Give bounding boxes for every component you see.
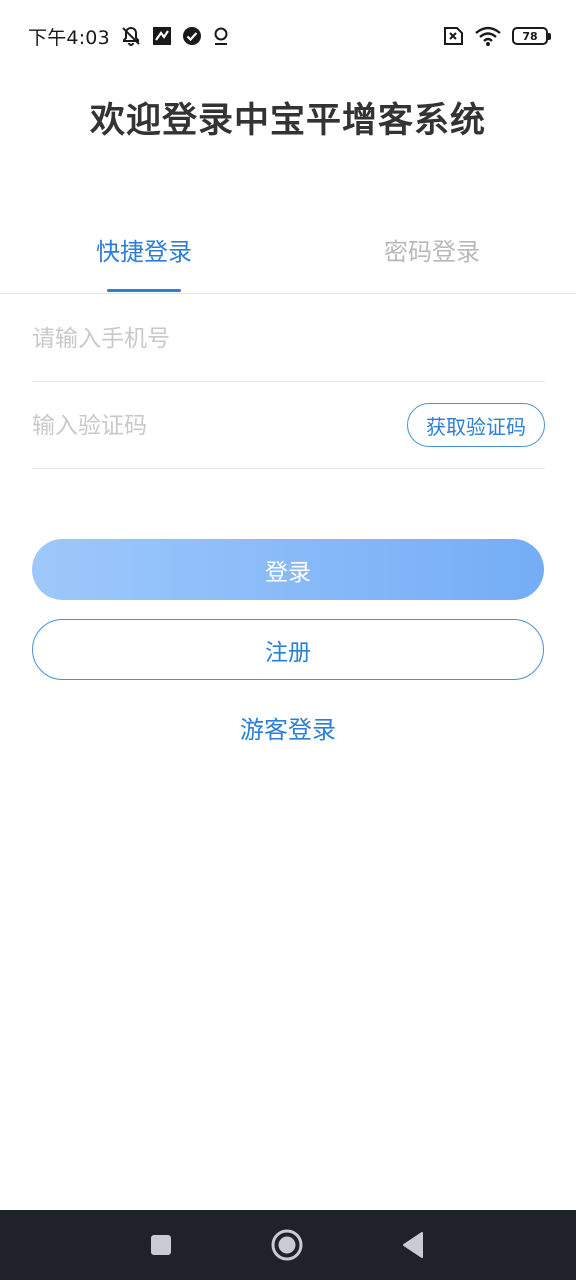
notification-icon [152, 26, 172, 46]
phone-input[interactable] [32, 325, 545, 352]
home-button[interactable] [266, 1224, 308, 1266]
check-circle-icon [182, 26, 202, 46]
status-time: 下午4:03 [28, 26, 110, 49]
page-title: 欢迎登录中宝平增客系统 [89, 101, 486, 141]
sim-card-x-icon [440, 26, 464, 46]
status-left: 下午4:03 [28, 23, 230, 50]
login-tabs: 快捷登录 密码登录 [0, 222, 576, 294]
status-bar: 下午4:03 78 [0, 0, 576, 72]
wifi-icon [474, 25, 502, 47]
status-right: 78 [440, 25, 551, 47]
code-field-row: 获取验证码 [32, 383, 545, 469]
location-icon [212, 26, 230, 46]
guest-login-link[interactable]: 游客登录 [0, 710, 576, 745]
recents-icon [151, 1235, 171, 1255]
get-code-button[interactable]: 获取验证码 [407, 403, 545, 447]
mute-vibrate-icon [120, 25, 142, 47]
home-icon [271, 1229, 303, 1261]
tab-quick-login[interactable]: 快捷登录 [54, 232, 234, 292]
recents-button[interactable] [140, 1233, 182, 1257]
register-button[interactable]: 注册 [32, 619, 544, 680]
back-icon [403, 1232, 423, 1258]
battery-icon: 78 [512, 27, 551, 45]
active-tab-indicator [107, 289, 181, 292]
login-button[interactable]: 登录 [32, 539, 544, 600]
system-nav-bar [0, 1210, 576, 1280]
tab-password-login[interactable]: 密码登录 [342, 232, 522, 292]
phone-field-row [32, 296, 545, 382]
login-screen: 下午4:03 78 欢迎登录中宝平增客系统 快捷登录 密码登录 请输入手机号 输… [0, 0, 576, 1280]
back-button[interactable] [392, 1229, 434, 1261]
battery-level: 78 [522, 29, 538, 43]
verification-code-input[interactable] [32, 412, 392, 439]
